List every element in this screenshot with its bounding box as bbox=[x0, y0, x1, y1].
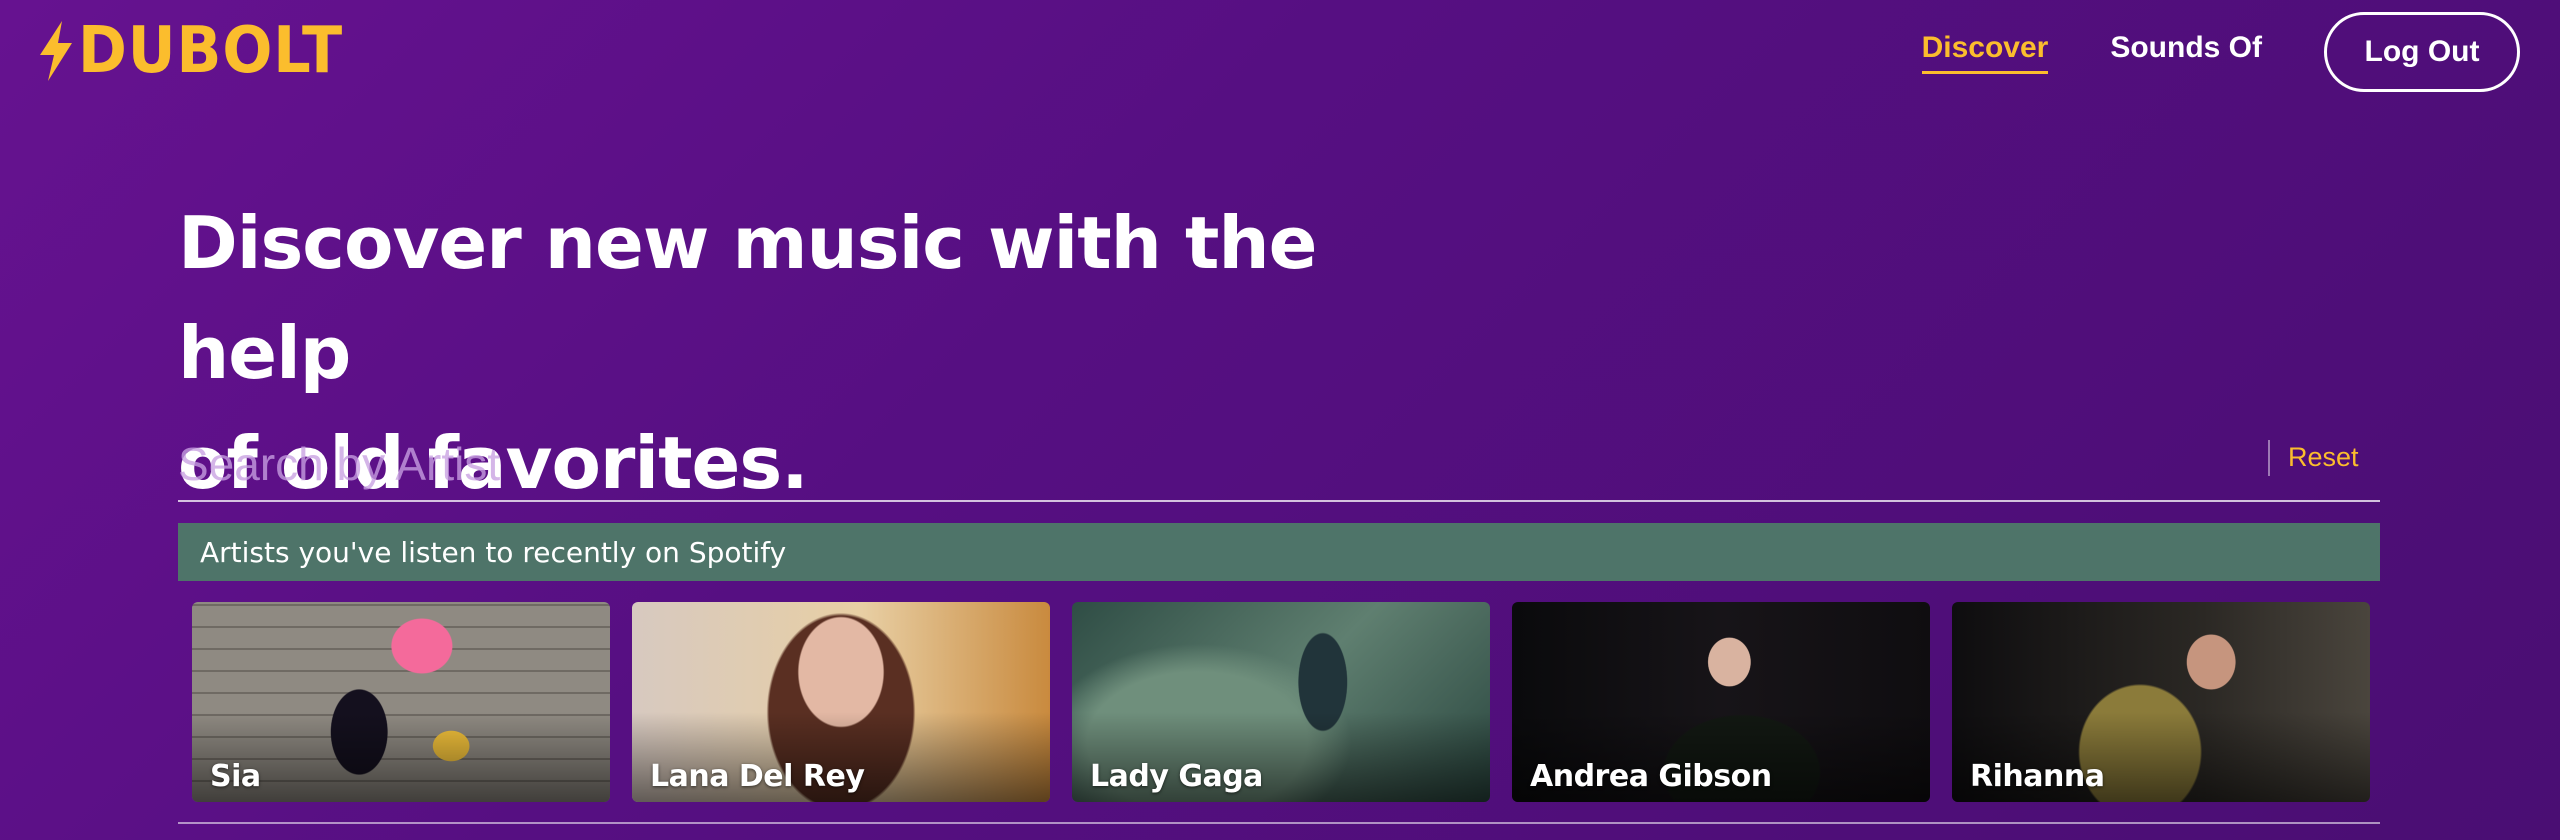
artist-card-rihanna[interactable]: Rihanna bbox=[1952, 602, 2370, 802]
recent-artists-header: Artists you've listen to recently on Spo… bbox=[178, 523, 2380, 581]
reset-button[interactable]: Reset bbox=[2288, 442, 2359, 473]
artist-card-lana-del-rey[interactable]: Lana Del Rey bbox=[632, 602, 1050, 802]
artist-card-andrea-gibson[interactable]: Andrea Gibson bbox=[1512, 602, 1930, 802]
lightning-bolt-icon bbox=[40, 21, 72, 81]
brand-name: DUBOLT bbox=[78, 14, 344, 88]
artist-name: Lana Del Rey bbox=[650, 759, 865, 794]
recent-artists-title: Artists you've listen to recently on Spo… bbox=[200, 535, 787, 569]
search-input[interactable] bbox=[178, 428, 2218, 500]
artist-name: Andrea Gibson bbox=[1530, 759, 1772, 794]
logout-button[interactable]: Log Out bbox=[2324, 12, 2520, 92]
artist-card-lady-gaga[interactable]: Lady Gaga bbox=[1072, 602, 1490, 802]
artist-card-sia[interactable]: Sia bbox=[192, 602, 610, 802]
artist-name: Rihanna bbox=[1970, 759, 2105, 794]
artist-cards: Sia Lana Del Rey Lady Gaga Andrea Gibson… bbox=[192, 602, 2370, 804]
brand-logo[interactable]: DUBOLT bbox=[38, 16, 366, 86]
reset-divider bbox=[2268, 440, 2270, 476]
top-bar: DUBOLT Discover Sounds Of Log Out bbox=[0, 0, 2560, 110]
hero-line-1: Discover new music with the help bbox=[178, 201, 1317, 395]
artist-name: Sia bbox=[210, 759, 261, 794]
main-nav: Discover Sounds Of Log Out bbox=[1921, 12, 2520, 92]
artist-name: Lady Gaga bbox=[1090, 759, 1263, 794]
nav-sounds-of[interactable]: Sounds Of bbox=[2110, 31, 2262, 74]
artist-search: Reset bbox=[178, 428, 2380, 502]
section-divider bbox=[178, 822, 2380, 824]
nav-discover[interactable]: Discover bbox=[1921, 31, 2049, 74]
